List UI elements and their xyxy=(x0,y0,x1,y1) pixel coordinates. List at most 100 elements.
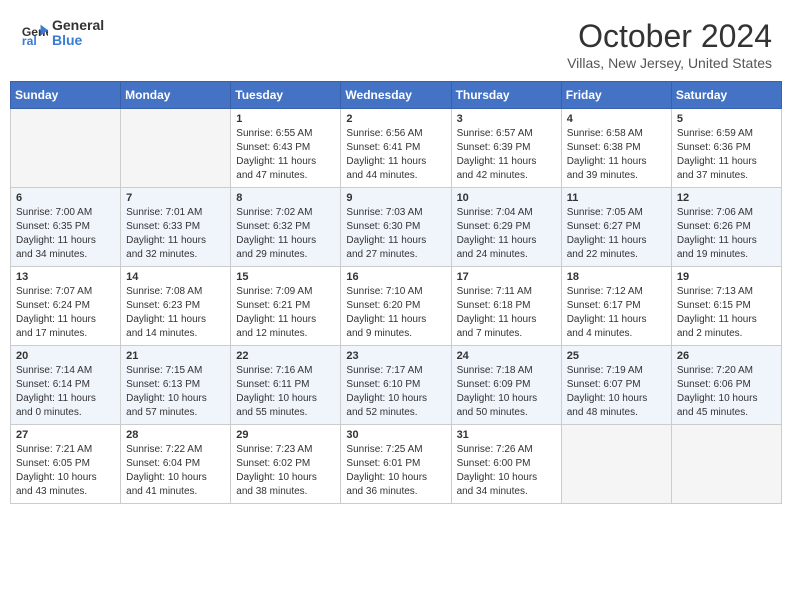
calendar-cell: 12 Sunrise: 7:06 AM Sunset: 6:26 PM Dayli… xyxy=(671,188,781,267)
weekday-thursday: Thursday xyxy=(451,82,561,109)
day-info: Sunrise: 7:18 AM Sunset: 6:09 PM Dayligh… xyxy=(457,364,556,420)
day-number: 14 xyxy=(126,271,225,283)
day-number: 23 xyxy=(346,350,445,362)
day-info: Sunrise: 7:19 AM Sunset: 6:07 PM Dayligh… xyxy=(567,364,666,420)
title-area: October 2024 Villas, New Jersey, United … xyxy=(567,18,772,71)
day-info: Sunrise: 7:13 AM Sunset: 6:15 PM Dayligh… xyxy=(677,285,776,341)
calendar-cell: 16 Sunrise: 7:10 AM Sunset: 6:20 PM Dayli… xyxy=(341,267,451,346)
day-number: 12 xyxy=(677,192,776,204)
calendar-cell: 22Sunrise: 7:16 AM Sunset: 6:11 PM Dayli… xyxy=(231,346,341,425)
day-number: 22 xyxy=(236,350,335,362)
day-number: 5 xyxy=(677,113,776,125)
calendar-cell xyxy=(561,425,671,504)
calendar-cell: 14 Sunrise: 7:08 AM Sunset: 6:23 PM Dayli… xyxy=(121,267,231,346)
day-info: Sunrise: 7:05 AM Sunset: 6:27 PM Dayligh… xyxy=(567,206,666,262)
day-info: Sunrise: 7:06 AM Sunset: 6:26 PM Dayligh… xyxy=(677,206,776,262)
day-number: 30 xyxy=(346,429,445,441)
calendar-cell: 21 Sunrise: 7:15 AM Sunset: 6:13 PM Dayli… xyxy=(121,346,231,425)
calendar-cell: 20Sunrise: 7:14 AM Sunset: 6:14 PM Dayli… xyxy=(11,346,121,425)
calendar-cell: 26 Sunrise: 7:20 AM Sunset: 6:06 PM Dayli… xyxy=(671,346,781,425)
logo-icon: Gene ral xyxy=(20,19,48,47)
day-info: Sunrise: 7:22 AM Sunset: 6:04 PM Dayligh… xyxy=(126,443,225,499)
week-row-2: 6Sunrise: 7:00 AM Sunset: 6:35 PM Daylig… xyxy=(11,188,782,267)
logo: Gene ral General Blue xyxy=(20,18,104,49)
week-row-4: 20Sunrise: 7:14 AM Sunset: 6:14 PM Dayli… xyxy=(11,346,782,425)
calendar-cell xyxy=(11,109,121,188)
calendar-cell: 10 Sunrise: 7:04 AM Sunset: 6:29 PM Dayli… xyxy=(451,188,561,267)
calendar: SundayMondayTuesdayWednesdayThursdayFrid… xyxy=(10,81,782,504)
day-info: Sunrise: 7:07 AM Sunset: 6:24 PM Dayligh… xyxy=(16,285,115,341)
calendar-cell: 8 Sunrise: 7:02 AM Sunset: 6:32 PM Daylig… xyxy=(231,188,341,267)
weekday-tuesday: Tuesday xyxy=(231,82,341,109)
weekday-monday: Monday xyxy=(121,82,231,109)
calendar-cell: 3 Sunrise: 6:57 AM Sunset: 6:39 PM Daylig… xyxy=(451,109,561,188)
calendar-cell: 25 Sunrise: 7:19 AM Sunset: 6:07 PM Dayli… xyxy=(561,346,671,425)
calendar-cell: 18 Sunrise: 7:12 AM Sunset: 6:17 PM Dayli… xyxy=(561,267,671,346)
calendar-cell: 29Sunrise: 7:23 AM Sunset: 6:02 PM Dayli… xyxy=(231,425,341,504)
logo-line2: Blue xyxy=(52,33,104,48)
calendar-cell: 6Sunrise: 7:00 AM Sunset: 6:35 PM Daylig… xyxy=(11,188,121,267)
day-number: 8 xyxy=(236,192,335,204)
day-number: 25 xyxy=(567,350,666,362)
calendar-cell: 31Sunrise: 7:26 AM Sunset: 6:00 PM Dayli… xyxy=(451,425,561,504)
day-number: 18 xyxy=(567,271,666,283)
day-number: 13 xyxy=(16,271,115,283)
day-info: Sunrise: 7:20 AM Sunset: 6:06 PM Dayligh… xyxy=(677,364,776,420)
day-info: Sunrise: 7:26 AM Sunset: 6:00 PM Dayligh… xyxy=(457,443,556,499)
day-number: 21 xyxy=(126,350,225,362)
day-number: 1 xyxy=(236,113,335,125)
day-info: Sunrise: 7:00 AM Sunset: 6:35 PM Dayligh… xyxy=(16,206,115,262)
calendar-cell: 5Sunrise: 6:59 AM Sunset: 6:36 PM Daylig… xyxy=(671,109,781,188)
calendar-cell: 15Sunrise: 7:09 AM Sunset: 6:21 PM Dayli… xyxy=(231,267,341,346)
day-number: 19 xyxy=(677,271,776,283)
svg-text:ral: ral xyxy=(22,35,37,48)
week-row-3: 13 Sunrise: 7:07 AM Sunset: 6:24 PM Dayli… xyxy=(11,267,782,346)
day-info: Sunrise: 6:56 AM Sunset: 6:41 PM Dayligh… xyxy=(346,127,445,183)
day-number: 2 xyxy=(346,113,445,125)
day-number: 9 xyxy=(346,192,445,204)
calendar-cell: 13 Sunrise: 7:07 AM Sunset: 6:24 PM Dayli… xyxy=(11,267,121,346)
day-number: 26 xyxy=(677,350,776,362)
day-info: Sunrise: 7:23 AM Sunset: 6:02 PM Dayligh… xyxy=(236,443,335,499)
week-row-1: 1 Sunrise: 6:55 AM Sunset: 6:43 PM Daylig… xyxy=(11,109,782,188)
weekday-friday: Friday xyxy=(561,82,671,109)
calendar-cell: 19 Sunrise: 7:13 AM Sunset: 6:15 PM Dayli… xyxy=(671,267,781,346)
weekday-header-row: SundayMondayTuesdayWednesdayThursdayFrid… xyxy=(11,82,782,109)
month-title: October 2024 xyxy=(567,18,772,55)
day-number: 20 xyxy=(16,350,115,362)
day-info: Sunrise: 7:01 AM Sunset: 6:33 PM Dayligh… xyxy=(126,206,225,262)
calendar-cell: 28 Sunrise: 7:22 AM Sunset: 6:04 PM Dayli… xyxy=(121,425,231,504)
day-info: Sunrise: 6:55 AM Sunset: 6:43 PM Dayligh… xyxy=(236,127,335,183)
calendar-cell: 7 Sunrise: 7:01 AM Sunset: 6:33 PM Daylig… xyxy=(121,188,231,267)
day-number: 10 xyxy=(457,192,556,204)
week-row-5: 27Sunrise: 7:21 AM Sunset: 6:05 PM Dayli… xyxy=(11,425,782,504)
day-info: Sunrise: 7:11 AM Sunset: 6:18 PM Dayligh… xyxy=(457,285,556,341)
calendar-cell xyxy=(671,425,781,504)
calendar-cell: 17Sunrise: 7:11 AM Sunset: 6:18 PM Dayli… xyxy=(451,267,561,346)
day-info: Sunrise: 7:21 AM Sunset: 6:05 PM Dayligh… xyxy=(16,443,115,499)
day-number: 3 xyxy=(457,113,556,125)
calendar-cell: 11 Sunrise: 7:05 AM Sunset: 6:27 PM Dayli… xyxy=(561,188,671,267)
day-info: Sunrise: 7:08 AM Sunset: 6:23 PM Dayligh… xyxy=(126,285,225,341)
location: Villas, New Jersey, United States xyxy=(567,55,772,71)
day-info: Sunrise: 7:15 AM Sunset: 6:13 PM Dayligh… xyxy=(126,364,225,420)
weekday-saturday: Saturday xyxy=(671,82,781,109)
day-info: Sunrise: 7:04 AM Sunset: 6:29 PM Dayligh… xyxy=(457,206,556,262)
day-info: Sunrise: 7:02 AM Sunset: 6:32 PM Dayligh… xyxy=(236,206,335,262)
logo-text: General Blue xyxy=(52,18,104,49)
calendar-cell: 24Sunrise: 7:18 AM Sunset: 6:09 PM Dayli… xyxy=(451,346,561,425)
day-number: 28 xyxy=(126,429,225,441)
calendar-cell xyxy=(121,109,231,188)
day-info: Sunrise: 6:57 AM Sunset: 6:39 PM Dayligh… xyxy=(457,127,556,183)
day-info: Sunrise: 7:10 AM Sunset: 6:20 PM Dayligh… xyxy=(346,285,445,341)
logo-line1: General xyxy=(52,18,104,33)
calendar-cell: 1 Sunrise: 6:55 AM Sunset: 6:43 PM Daylig… xyxy=(231,109,341,188)
day-info: Sunrise: 7:12 AM Sunset: 6:17 PM Dayligh… xyxy=(567,285,666,341)
calendar-cell: 27Sunrise: 7:21 AM Sunset: 6:05 PM Dayli… xyxy=(11,425,121,504)
day-info: Sunrise: 7:25 AM Sunset: 6:01 PM Dayligh… xyxy=(346,443,445,499)
day-number: 15 xyxy=(236,271,335,283)
day-number: 4 xyxy=(567,113,666,125)
day-number: 7 xyxy=(126,192,225,204)
day-number: 11 xyxy=(567,192,666,204)
day-number: 16 xyxy=(346,271,445,283)
